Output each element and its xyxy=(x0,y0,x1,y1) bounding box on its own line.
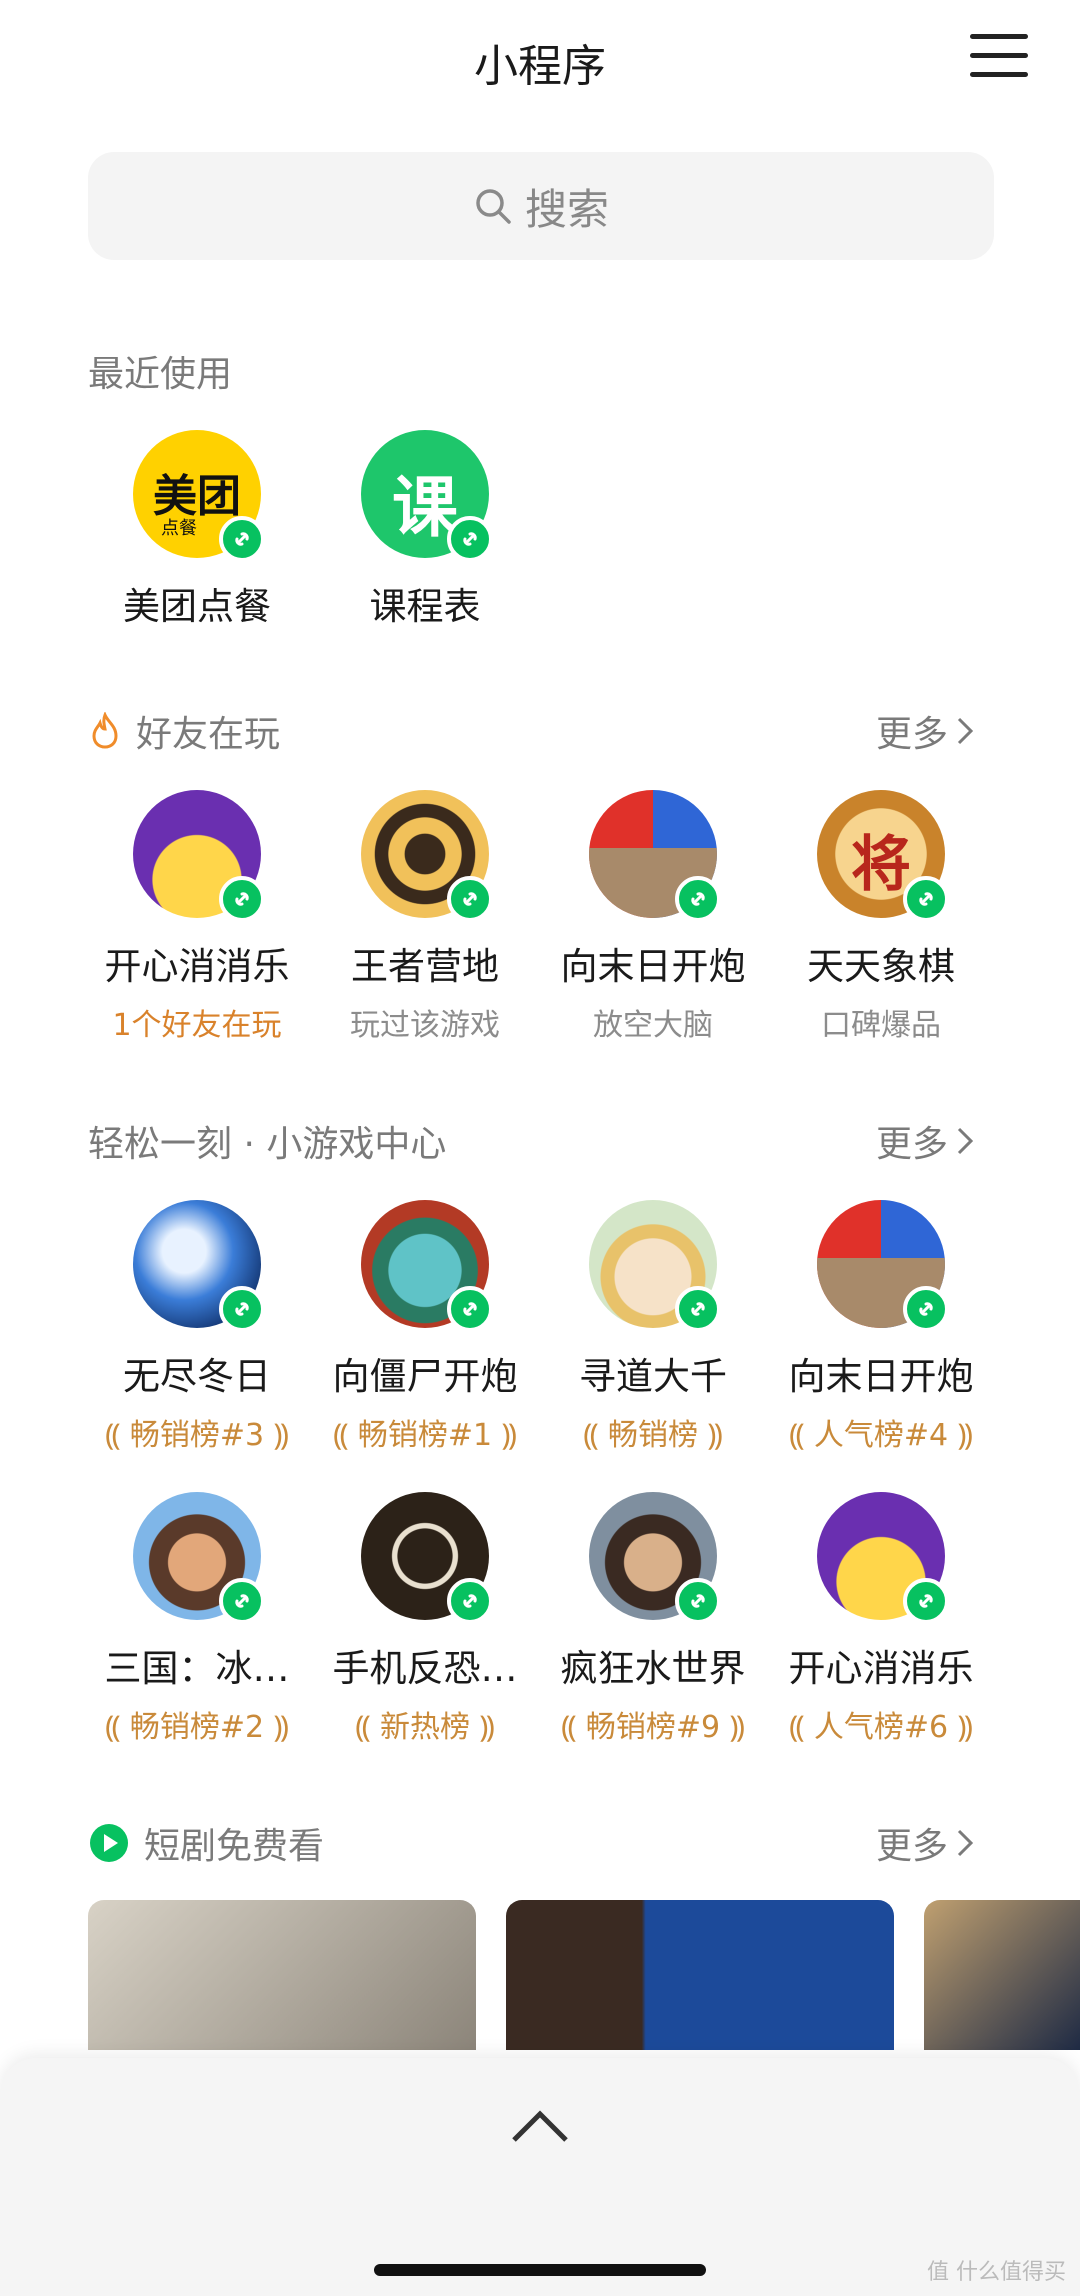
mini-program-link-icon xyxy=(219,516,265,562)
rank-badge: ⸨ 畅销榜#9 ⸩ xyxy=(561,1710,745,1745)
games-section-title: 轻松一刻 · 小游戏中心 xyxy=(88,1124,447,1165)
more-label: 更多 xyxy=(876,714,949,755)
rank-badge: ⸨ 畅销榜#3 ⸩ xyxy=(105,1418,289,1453)
app-name: 疯狂水世界 xyxy=(560,1647,746,1690)
play-circle-icon xyxy=(90,1824,128,1862)
more-label: 更多 xyxy=(876,1124,949,1165)
mini-program-link-icon xyxy=(675,1286,721,1332)
game-xundao[interactable]: 寻道大千 ⸨ 畅销榜 ⸩ xyxy=(538,1200,768,1454)
mini-program-link-icon xyxy=(675,876,721,922)
drama-section-title: 短剧免费看 xyxy=(144,1826,325,1867)
search-bar[interactable]: 搜索 xyxy=(88,152,994,260)
game-sanguo[interactable]: 三国：冰… ⸨ 畅销榜#2 ⸩ xyxy=(82,1492,312,1746)
search-placeholder: 搜索 xyxy=(524,184,609,234)
mini-program-link-icon xyxy=(903,1578,949,1624)
mini-program-link-icon xyxy=(219,1578,265,1624)
app-name: 王者营地 xyxy=(351,945,499,988)
drama-section-header: 短剧免费看 xyxy=(88,1817,324,1869)
friends-more-link[interactable]: 更多 xyxy=(876,705,976,757)
drama-card[interactable] xyxy=(924,1900,1080,2050)
app-subtitle: 1个好友在玩 xyxy=(112,1008,282,1043)
app-name: 向僵尸开炮 xyxy=(332,1355,518,1398)
chevron-right-icon xyxy=(957,717,974,745)
app-name: 手机反恐… xyxy=(332,1647,518,1690)
app-name: 课程表 xyxy=(369,585,481,628)
mini-program-link-icon xyxy=(903,1286,949,1332)
game-kaixin-2[interactable]: 开心消消乐 ⸨ 人气榜#6 ⸩ xyxy=(766,1492,996,1746)
game-momo-2[interactable]: 向末日开炮 ⸨ 人气榜#4 ⸩ xyxy=(766,1200,996,1454)
rank-badge: ⸨ 畅销榜 ⸩ xyxy=(583,1418,723,1453)
app-name: 向末日开炮 xyxy=(560,945,746,988)
app-subtitle: 玩过该游戏 xyxy=(350,1008,500,1043)
app-name: 美团点餐 xyxy=(123,585,271,628)
game-fankong[interactable]: 手机反恐… ⸨ 新热榜 ⸩ xyxy=(310,1492,540,1746)
recent-app-course[interactable]: 课 课程表 xyxy=(310,430,540,630)
page-title: 小程序 xyxy=(474,41,606,92)
chevron-right-icon xyxy=(957,1829,974,1857)
rank-badge: ⸨ 新热榜 ⸩ xyxy=(355,1710,495,1745)
mini-program-link-icon xyxy=(447,516,493,562)
friend-game-wangzhe[interactable]: 王者营地 玩过该游戏 xyxy=(310,790,540,1044)
search-icon xyxy=(476,189,511,224)
mini-program-link-icon xyxy=(447,1578,493,1624)
rank-badge: ⸨ 畅销榜#1 ⸩ xyxy=(333,1418,517,1453)
rank-badge: ⸨ 畅销榜#2 ⸩ xyxy=(105,1710,289,1745)
game-jiangshi[interactable]: 向僵尸开炮 ⸨ 畅销榜#1 ⸩ xyxy=(310,1200,540,1454)
recent-section-title: 最近使用 xyxy=(88,354,233,395)
game-shuishijie[interactable]: 疯狂水世界 ⸨ 畅销榜#9 ⸩ xyxy=(538,1492,768,1746)
mini-program-link-icon xyxy=(903,876,949,922)
app-subtitle: 放空大脑 xyxy=(593,1008,713,1043)
app-subtitle: 口碑爆品 xyxy=(821,1008,941,1043)
mini-program-link-icon xyxy=(219,876,265,922)
rank-badge: ⸨ 人气榜#4 ⸩ xyxy=(789,1418,973,1453)
app-name: 三国：冰… xyxy=(104,1647,290,1690)
drama-card[interactable] xyxy=(88,1900,476,2050)
friend-game-momo[interactable]: 向末日开炮 放空大脑 xyxy=(538,790,768,1044)
watermark-text: 值 什么值得买 xyxy=(927,2260,1066,2285)
mini-program-link-icon xyxy=(447,1286,493,1332)
drama-card[interactable] xyxy=(506,1900,894,2050)
flame-icon xyxy=(92,712,118,749)
chevron-right-icon xyxy=(957,1127,974,1155)
app-name: 开心消消乐 xyxy=(788,1647,974,1690)
mini-program-link-icon xyxy=(219,1286,265,1332)
home-indicator[interactable] xyxy=(374,2264,706,2276)
menu-icon[interactable] xyxy=(970,30,1030,82)
app-name: 寻道大千 xyxy=(579,1355,727,1398)
friends-section-header: 好友在玩 xyxy=(88,705,280,757)
friend-game-kaixin[interactable]: 开心消消乐 1个好友在玩 xyxy=(82,790,312,1044)
rank-badge: ⸨ 人气榜#6 ⸩ xyxy=(789,1710,973,1745)
mini-program-link-icon xyxy=(675,1578,721,1624)
chevron-up-icon[interactable] xyxy=(508,2106,572,2146)
more-label: 更多 xyxy=(876,1826,949,1867)
friend-game-xiangqi[interactable]: 将 天天象棋 口碑爆品 xyxy=(766,790,996,1044)
mini-program-link-icon xyxy=(447,876,493,922)
games-more-link[interactable]: 更多 xyxy=(876,1115,976,1167)
app-name: 天天象棋 xyxy=(807,945,955,988)
app-name: 开心消消乐 xyxy=(104,945,290,988)
friends-section-title: 好友在玩 xyxy=(136,714,281,755)
drama-more-link[interactable]: 更多 xyxy=(876,1817,976,1869)
game-wujin[interactable]: 无尽冬日 ⸨ 畅销榜#3 ⸩ xyxy=(82,1200,312,1454)
app-name: 无尽冬日 xyxy=(123,1355,271,1398)
app-name: 向末日开炮 xyxy=(788,1355,974,1398)
recent-app-meituan[interactable]: 美团 点餐 美团点餐 xyxy=(82,430,312,630)
bottom-sheet[interactable] xyxy=(0,2058,1080,2296)
